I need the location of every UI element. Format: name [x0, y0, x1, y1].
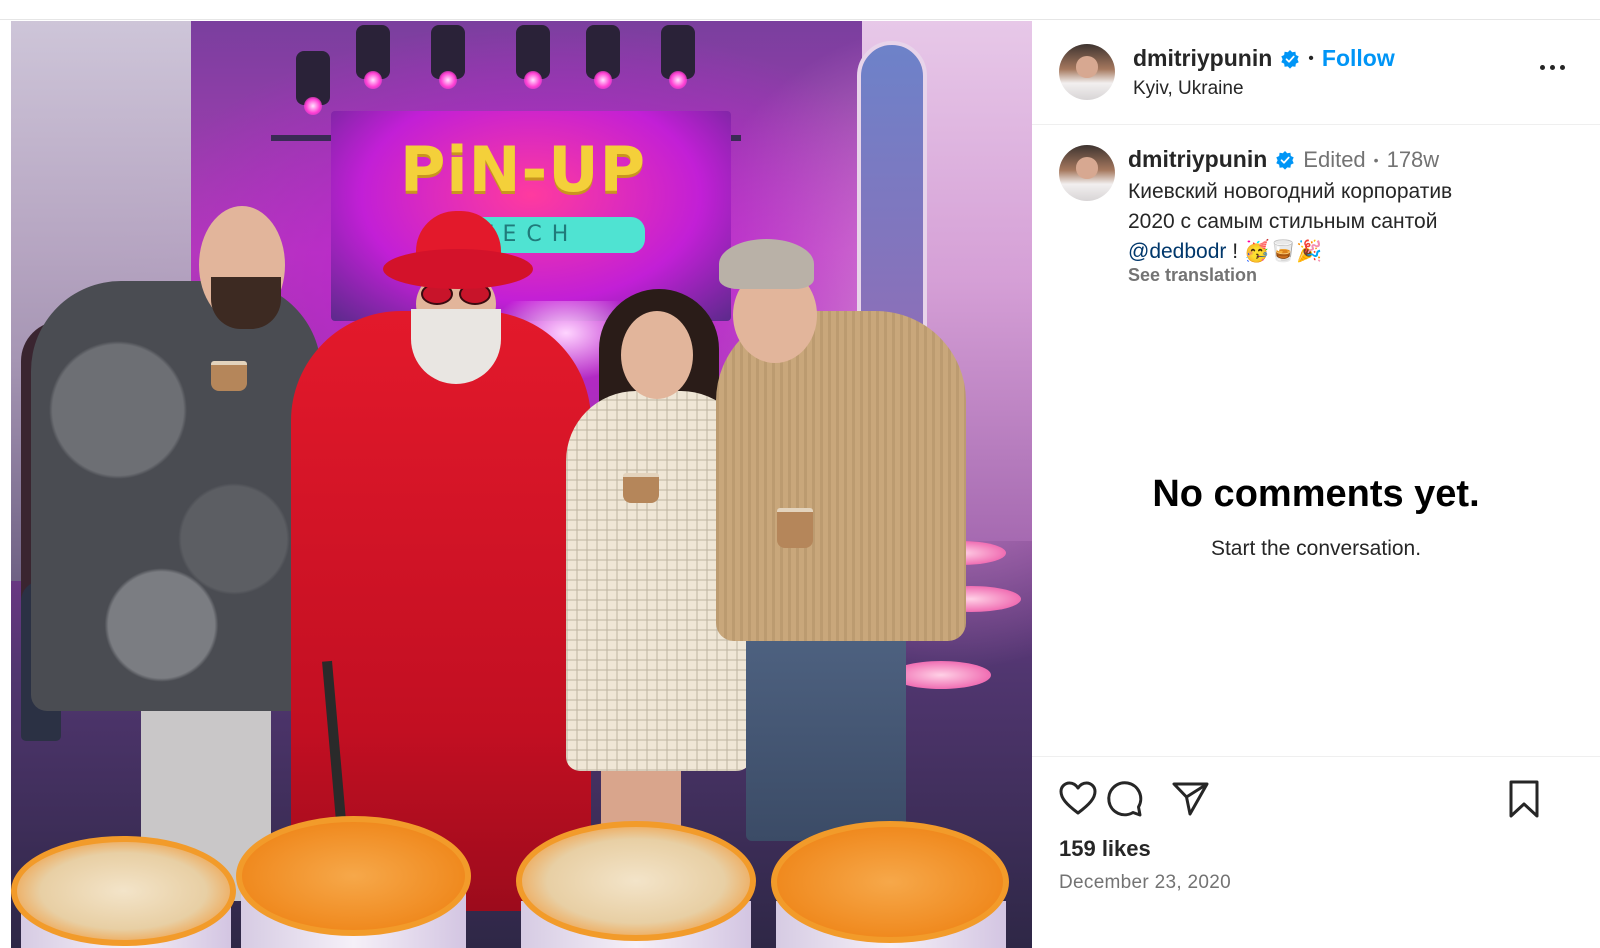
- top-divider: [0, 0, 1600, 20]
- empty-comments-subtitle: Start the conversation.: [1210, 537, 1422, 560]
- caption-username[interactable]: dmitriypunin: [1128, 146, 1267, 173]
- stage-light: [356, 25, 390, 89]
- post-photo[interactable]: PiN-UP TECH: [11, 21, 1032, 948]
- photo-bucket-foreground: [771, 821, 1009, 943]
- photo-person-1-beard: [211, 277, 281, 329]
- separator-dot: •: [1373, 151, 1379, 168]
- stage-light: [296, 51, 330, 115]
- more-options-icon[interactable]: [1540, 61, 1570, 73]
- photo-bucket-foreground: [11, 836, 236, 946]
- photo-person-3-head: [621, 311, 693, 399]
- see-translation-button[interactable]: See translation: [1128, 265, 1257, 286]
- likes-count[interactable]: 159 likes: [1059, 836, 1151, 862]
- photo-person-4-cap: [719, 239, 814, 289]
- author-row: dmitriypunin • Follow: [1133, 45, 1395, 72]
- photo-bucket-foreground: [516, 821, 756, 941]
- photo-cup: [211, 361, 247, 391]
- author-avatar[interactable]: [1059, 44, 1115, 100]
- post-modal: PiN-UP TECH dmitriypunin • Follow Kyiv, …: [0, 0, 1600, 948]
- photo-brand-logo: PiN-UP: [399, 133, 647, 206]
- caption-line-2: 2020 с самым стильным сантой: [1128, 210, 1438, 233]
- comment-icon[interactable]: [1102, 777, 1146, 821]
- post-side-panel: dmitriypunin • Follow Kyiv, Ukraine dmit…: [1032, 21, 1600, 948]
- post-date[interactable]: December 23, 2020: [1059, 872, 1231, 894]
- caption-header: dmitriypunin Edited • 178w: [1128, 146, 1439, 173]
- photo-person-4-sweater: [716, 311, 966, 641]
- photo-person-4-legs: [746, 621, 906, 841]
- empty-comments-title: No comments yet.: [1152, 473, 1480, 515]
- share-icon[interactable]: [1168, 777, 1212, 821]
- verified-badge-icon: [1276, 150, 1294, 170]
- stage-light: [516, 25, 550, 89]
- caption-text: Киевский новогодний корпоратив 2020 с са…: [1128, 177, 1568, 267]
- caption-avatar[interactable]: [1059, 145, 1115, 201]
- photo-person-1-coat: [31, 281, 321, 711]
- bookmark-icon[interactable]: [1502, 777, 1546, 821]
- stage-light: [661, 25, 695, 89]
- stage-light: [586, 25, 620, 89]
- separator-dot: •: [1308, 49, 1314, 67]
- verified-badge-icon: [1281, 49, 1299, 69]
- photo-bucket-background: [891, 661, 991, 689]
- photo-person-2-hat-brim: [383, 249, 533, 289]
- heart-icon[interactable]: [1056, 777, 1100, 821]
- photo-cup: [777, 508, 813, 548]
- post-header: dmitriypunin • Follow Kyiv, Ukraine: [1032, 21, 1600, 125]
- post-location[interactable]: Kyiv, Ukraine: [1133, 78, 1244, 100]
- actions-divider: [1032, 756, 1600, 757]
- caption-line-1: Киевский новогодний корпоратив: [1128, 180, 1453, 203]
- photo-bucket-foreground: [236, 816, 471, 936]
- edited-label: Edited: [1303, 146, 1366, 172]
- photo-cup: [623, 473, 659, 503]
- caption-mention-link[interactable]: @dedbodr: [1128, 240, 1226, 263]
- photo-arched-window: [857, 41, 927, 341]
- post-age[interactable]: 178w: [1387, 147, 1440, 173]
- caption-suffix: ! 🥳🥃🎉: [1226, 240, 1323, 263]
- follow-button[interactable]: Follow: [1322, 45, 1395, 72]
- author-username[interactable]: dmitriypunin: [1133, 45, 1272, 72]
- stage-light: [431, 25, 465, 89]
- caption-line-3: @dedbodr ! 🥳🥃🎉: [1128, 237, 1568, 267]
